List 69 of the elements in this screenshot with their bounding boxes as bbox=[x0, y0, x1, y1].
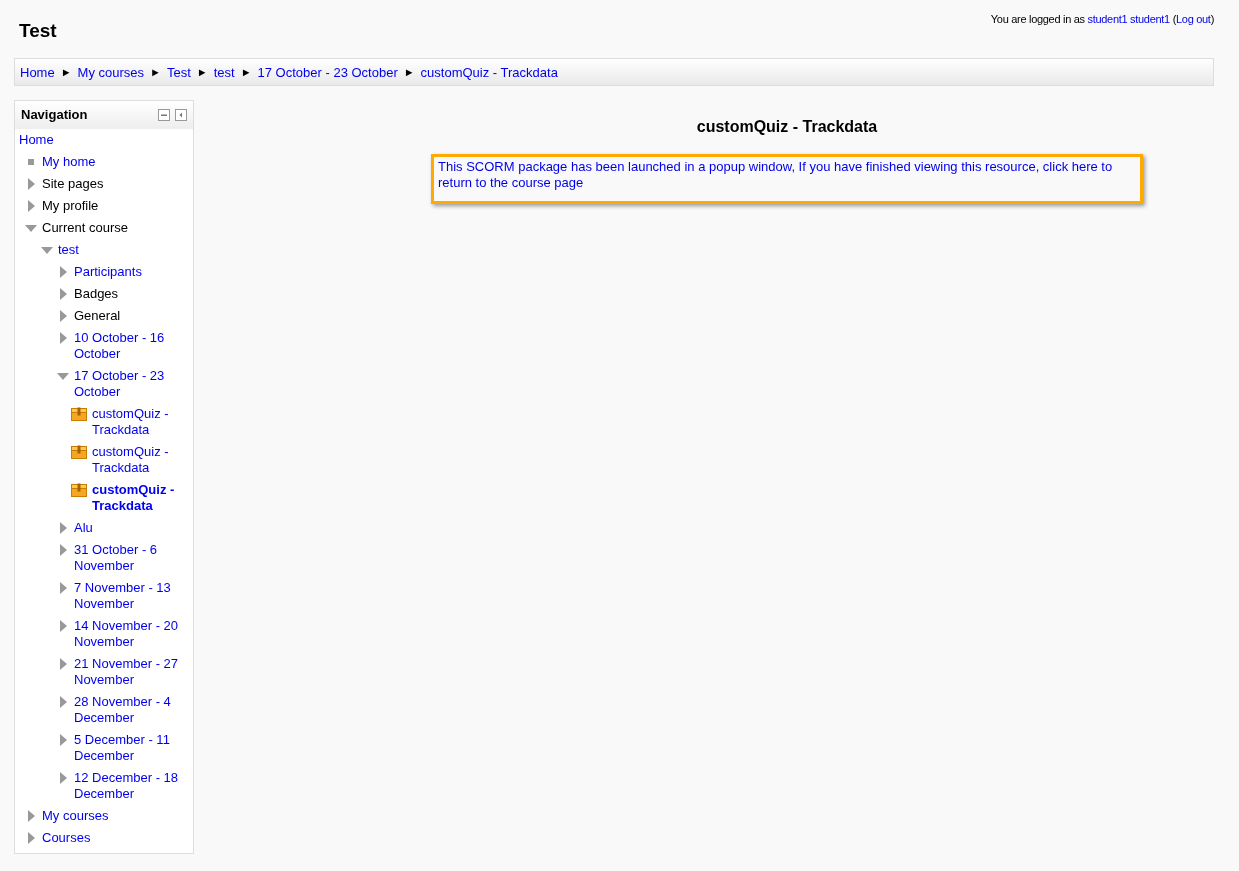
breadcrumb-link[interactable]: 17 October - 23 October bbox=[257, 64, 398, 80]
caret-right-icon[interactable] bbox=[27, 832, 35, 844]
nav-item[interactable]: 21 November - 27 November bbox=[74, 656, 187, 688]
caret-right-icon[interactable] bbox=[59, 266, 67, 278]
return-link[interactable]: This SCORM package has been launched in a popup window, If you have finished viewing this resource, click here to return to the course page bbox=[438, 159, 1136, 191]
nav-item[interactable]: My courses bbox=[42, 808, 109, 824]
logout-link[interactable]: Log out bbox=[1176, 13, 1211, 25]
package-icon bbox=[71, 445, 87, 459]
caret-right-icon[interactable] bbox=[59, 332, 67, 344]
block-title: Navigation bbox=[21, 107, 88, 122]
nav-item[interactable]: customQuiz - Trackdata bbox=[92, 482, 187, 514]
caret-right-icon[interactable] bbox=[59, 696, 67, 708]
breadcrumb-separator: ► bbox=[150, 66, 161, 78]
breadcrumb-link[interactable]: Home bbox=[20, 64, 55, 80]
caret-right-icon[interactable] bbox=[27, 200, 35, 212]
caret-right-icon[interactable] bbox=[59, 734, 67, 746]
breadcrumb-separator: ► bbox=[403, 66, 415, 78]
nav-item[interactable]: 14 November - 20 November bbox=[74, 618, 187, 650]
nav-item[interactable]: 31 October - 6 November bbox=[74, 542, 187, 574]
caret-right-icon[interactable] bbox=[59, 658, 67, 670]
nav-item[interactable]: General bbox=[74, 308, 121, 324]
breadcrumb-link[interactable]: My courses bbox=[77, 64, 145, 80]
nav-item[interactable]: 7 November - 13 November bbox=[74, 580, 187, 612]
collapse-icon[interactable] bbox=[158, 108, 170, 121]
caret-right-icon[interactable] bbox=[59, 288, 67, 300]
nav-item[interactable]: customQuiz - Trackdata bbox=[92, 444, 187, 476]
caret-right-icon[interactable] bbox=[27, 810, 35, 822]
login-text: You are logged in as bbox=[990, 13, 1086, 25]
nav-item[interactable]: test bbox=[58, 242, 79, 258]
paren-text: ) bbox=[1210, 13, 1214, 25]
caret-down-icon[interactable] bbox=[25, 224, 37, 232]
caret-right-icon[interactable] bbox=[27, 178, 35, 190]
caret-right-icon[interactable] bbox=[59, 620, 67, 632]
nav-item[interactable]: 28 November - 4 December bbox=[74, 694, 187, 726]
user-link[interactable]: student1 student1 bbox=[1087, 13, 1170, 25]
dock-icon[interactable] bbox=[175, 108, 187, 121]
caret-right-icon[interactable] bbox=[59, 772, 67, 784]
breadcrumb-separator: ► bbox=[60, 66, 72, 78]
nav-item[interactable]: Site pages bbox=[42, 176, 104, 192]
page-heading: customQuiz - Trackdata bbox=[696, 118, 878, 136]
caret-right-icon[interactable] bbox=[59, 582, 67, 594]
breadcrumb-link[interactable]: Test bbox=[166, 64, 191, 80]
caret-down-icon[interactable] bbox=[41, 246, 53, 254]
nav-item[interactable]: My profile bbox=[42, 198, 99, 214]
breadcrumb-link[interactable]: customQuiz - Trackdata bbox=[420, 64, 558, 80]
breadcrumb-link[interactable]: test bbox=[213, 64, 235, 80]
nav-item[interactable]: Alu bbox=[74, 520, 93, 536]
nav-item[interactable]: Courses bbox=[42, 830, 91, 846]
square-bullet-icon bbox=[28, 159, 34, 165]
nav-item[interactable]: My home bbox=[42, 154, 96, 170]
nav-item[interactable]: Current course bbox=[42, 220, 128, 236]
package-icon bbox=[71, 407, 87, 421]
nav-item[interactable]: 5 December - 11 December bbox=[74, 732, 187, 764]
breadcrumb-separator: ► bbox=[240, 66, 252, 78]
nav-item[interactable]: Badges bbox=[74, 286, 119, 302]
nav-item[interactable]: customQuiz - Trackdata bbox=[92, 406, 187, 438]
breadcrumb-separator: ► bbox=[196, 66, 208, 78]
caret-right-icon[interactable] bbox=[59, 544, 67, 556]
nav-item[interactable]: 12 December - 18 December bbox=[74, 770, 187, 802]
nav-item[interactable]: 17 October - 23 October bbox=[74, 368, 187, 400]
package-icon bbox=[71, 483, 87, 497]
site-title: Test bbox=[19, 20, 57, 42]
nav-item[interactable]: 10 October - 16 October bbox=[74, 330, 187, 362]
nav-item[interactable]: Home bbox=[19, 132, 54, 148]
paren-text: ( bbox=[1171, 13, 1176, 25]
nav-item[interactable]: Participants bbox=[74, 264, 142, 280]
caret-right-icon[interactable] bbox=[59, 310, 67, 322]
caret-down-icon[interactable] bbox=[57, 372, 69, 380]
caret-right-icon[interactable] bbox=[59, 522, 67, 534]
